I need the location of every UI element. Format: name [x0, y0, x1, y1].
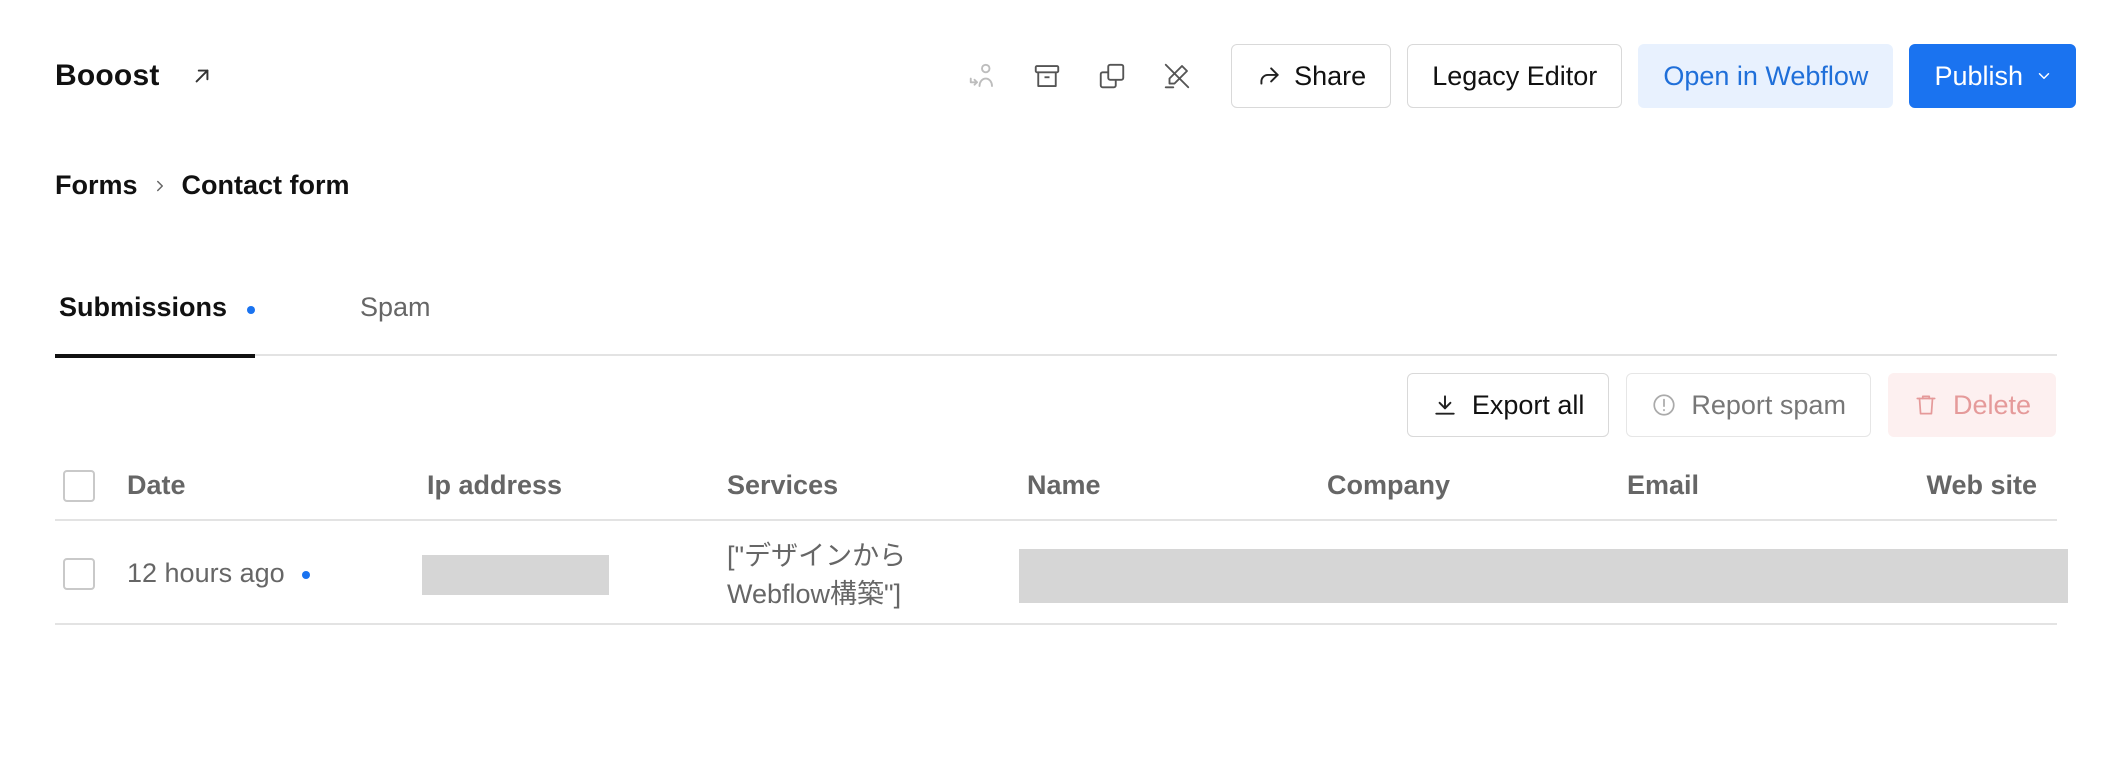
open-in-webflow-label: Open in Webflow: [1663, 60, 1869, 91]
tab-spam-label: Spam: [360, 292, 431, 322]
alert-circle-icon: [1653, 394, 1675, 416]
row-checkbox[interactable]: [63, 558, 95, 590]
services-line-1: ["デザインから: [727, 541, 907, 571]
redacted-ip-address: [422, 555, 609, 595]
archive-icon[interactable]: [1024, 53, 1070, 99]
tab-submissions-label: Submissions: [59, 292, 228, 322]
table-row[interactable]: 12 hours ago ["デザインから Webflow構築"]: [55, 521, 2068, 625]
external-link-icon[interactable]: [184, 58, 220, 94]
submission-services: ["デザインから Webflow構築"]: [727, 537, 906, 613]
column-header-company[interactable]: Company: [1327, 470, 1450, 501]
select-all-checkbox[interactable]: [63, 470, 95, 502]
duplicate-icon[interactable]: [1089, 53, 1135, 99]
new-indicator-dot: [247, 306, 255, 314]
redacted-personal-details: [1019, 549, 2068, 603]
column-header-services[interactable]: Services: [727, 470, 838, 501]
chevron-down-icon: [2038, 73, 2050, 79]
export-all-label: Export all: [1471, 389, 1585, 420]
open-in-webflow-button[interactable]: Open in Webflow: [1638, 44, 1894, 108]
download-icon: [1435, 395, 1455, 415]
column-header-web-site[interactable]: Web site: [1926, 470, 2037, 501]
tab-spam[interactable]: Spam: [360, 280, 431, 356]
delete-button[interactable]: Delete: [1887, 373, 2056, 437]
delete-label: Delete: [1952, 389, 2031, 420]
share-arrow-icon: [1260, 67, 1279, 85]
submissions-table: Date Ip address Services Name Company Em…: [55, 455, 2068, 625]
tab-bar: Submissions Spam: [55, 280, 2057, 358]
chevron-right-icon: [138, 177, 182, 195]
breadcrumb-current: Contact form: [181, 170, 350, 200]
tab-submissions[interactable]: Submissions: [55, 280, 255, 358]
services-line-2: Webflow構築"]: [727, 579, 902, 609]
column-header-email[interactable]: Email: [1627, 470, 1699, 501]
export-all-button[interactable]: Export all: [1406, 373, 1610, 437]
report-spam-button[interactable]: Report spam: [1626, 373, 1871, 437]
publish-button[interactable]: Publish: [1909, 44, 2076, 108]
column-header-ip-address[interactable]: Ip address: [427, 470, 562, 501]
report-spam-label: Report spam: [1691, 389, 1846, 420]
legacy-editor-label: Legacy Editor: [1432, 60, 1598, 91]
unread-indicator-dot: [302, 571, 310, 579]
legacy-editor-button[interactable]: Legacy Editor: [1407, 44, 1623, 108]
publish-label: Publish: [1934, 60, 2023, 91]
table-header: Date Ip address Services Name Company Em…: [55, 455, 2057, 521]
reassign-icon[interactable]: [959, 53, 1005, 99]
form-submissions-page: Booost Share Legacy Editor Open in Webfl…: [0, 0, 2110, 774]
share-label: Share: [1294, 60, 1367, 91]
edit-disabled-icon[interactable]: [1154, 53, 1200, 99]
column-header-date[interactable]: Date: [127, 470, 186, 501]
top-header: Booost Share Legacy Editor Open in Webfl…: [55, 44, 2076, 108]
site-title: Booost: [55, 59, 160, 92]
column-header-name[interactable]: Name: [1027, 470, 1101, 501]
trash-icon: [1916, 395, 1936, 415]
submission-date: 12 hours ago: [127, 558, 285, 588]
submissions-toolbar: Export all Report spam Delete: [1406, 373, 2056, 437]
breadcrumb: Forms Contact form: [55, 170, 350, 201]
breadcrumb-forms[interactable]: Forms: [55, 170, 138, 201]
share-button[interactable]: Share: [1231, 44, 1392, 108]
